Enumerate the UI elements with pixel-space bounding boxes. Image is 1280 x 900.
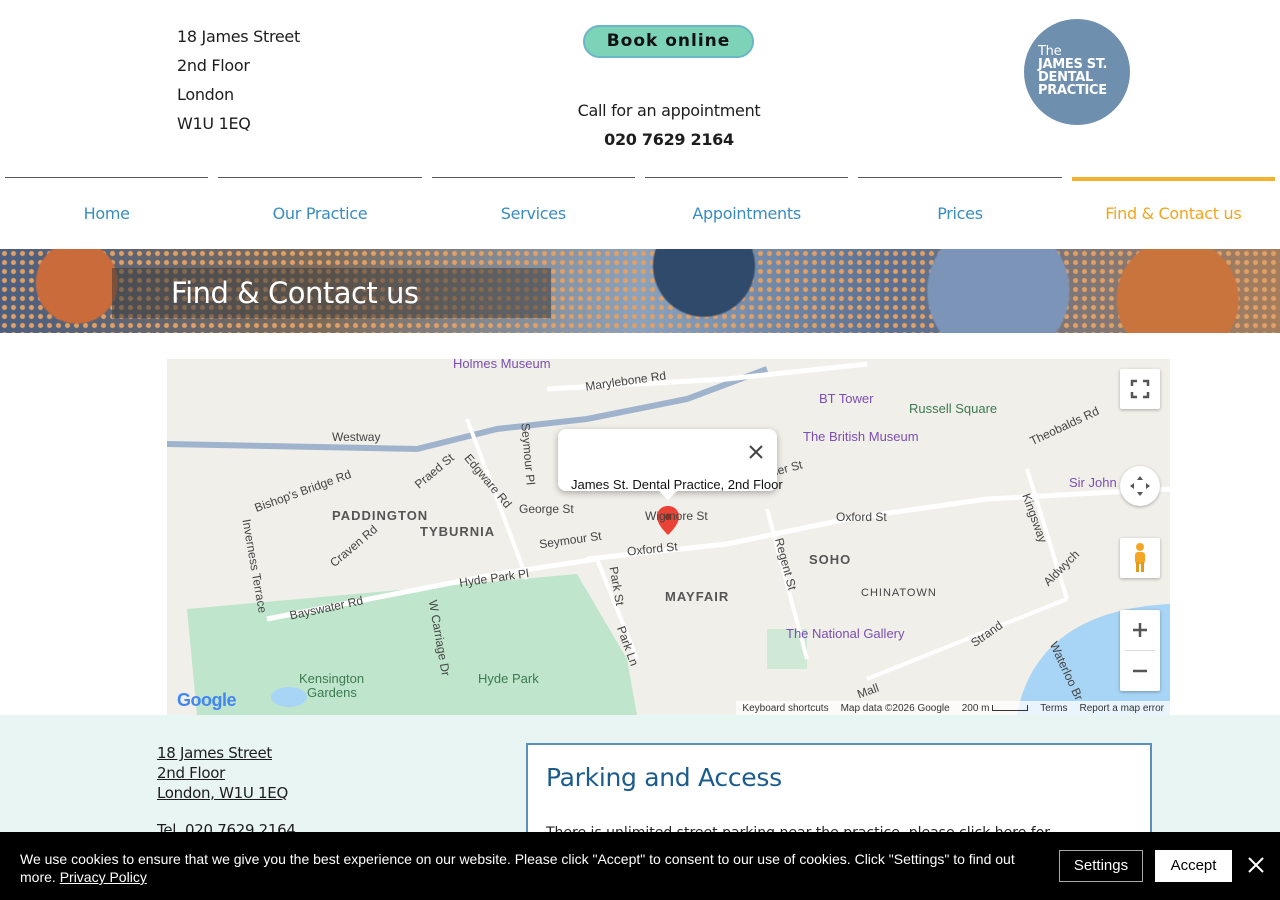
map-label: Sir John	[1069, 475, 1117, 490]
main-nav: Home Our Practice Services Appointments …	[5, 177, 1275, 237]
map-label: SOHO	[809, 552, 852, 567]
nav-item-prices[interactable]: Prices	[858, 177, 1062, 237]
map-label: MAYFAIR	[665, 589, 730, 604]
close-icon[interactable]	[1246, 855, 1266, 875]
cookie-text: We use cookies to ensure that we give yo…	[20, 851, 1015, 885]
nav-item-appointments[interactable]: Appointments	[644, 177, 849, 237]
scale-bar	[992, 704, 1029, 711]
header-address: 18 James Street 2nd Floor London W1U 1EQ	[177, 22, 300, 138]
parking-title: Parking and Access	[546, 763, 782, 792]
map-label: Holmes Museum	[453, 359, 551, 371]
map-label: Westway	[332, 430, 381, 444]
practice-logo[interactable]: The JAMES ST. DENTAL PRACTICE	[1024, 19, 1130, 125]
zoom-out-button[interactable]	[1131, 651, 1149, 691]
google-logo-text: Google	[177, 690, 237, 710]
map-label: PADDINGTON	[332, 508, 429, 523]
address-link[interactable]: London, W1U 1EQ	[157, 783, 288, 803]
google-map[interactable]: PADDINGTON TYBURNIA MAYFAIR SOHO CHINATO…	[167, 359, 1170, 715]
map-label: Kensington	[299, 671, 365, 686]
zoom-controls	[1120, 610, 1160, 691]
cookie-banner: We use cookies to ensure that we give yo…	[0, 832, 1280, 900]
nav-item-services[interactable]: Services	[431, 177, 635, 237]
close-icon[interactable]	[745, 441, 767, 463]
book-online-button[interactable]: Book online	[583, 25, 754, 58]
cookie-message: We use cookies to ensure that we give yo…	[20, 850, 1030, 886]
map-label: TYBURNIA	[420, 524, 496, 539]
map-data-text: Map data ©2026 Google	[840, 702, 950, 714]
address-line: 18 James Street	[177, 27, 300, 46]
camera-control-button[interactable]	[1120, 466, 1160, 506]
phone-number[interactable]: 020 7629 2164	[520, 130, 818, 149]
cookie-settings-button[interactable]: Settings	[1059, 850, 1143, 882]
map-label: BT Tower	[819, 391, 874, 406]
contact-address: 18 James Street 2nd Floor London, W1U 1E…	[157, 743, 288, 803]
map-label: Wigmore St	[645, 509, 708, 523]
pegman-icon	[1135, 543, 1145, 572]
logo-line: PRACTICE	[1038, 83, 1107, 98]
plus-icon	[1133, 623, 1147, 637]
map-label: Gardens	[307, 685, 357, 700]
map-label: The British Museum	[803, 429, 919, 444]
fullscreen-button[interactable]	[1120, 369, 1160, 409]
map-label: Hyde Park	[478, 671, 539, 686]
page-title: Find & Contact us	[171, 276, 419, 310]
map-label: Oxford St	[836, 510, 887, 524]
map-label: George St	[519, 502, 574, 516]
lake	[271, 687, 307, 707]
move-arrows-icon	[1130, 476, 1150, 496]
map-scale-text: 200 m	[961, 702, 990, 714]
map-scale[interactable]: 200 m	[962, 703, 1029, 714]
nav-item-home[interactable]: Home	[5, 177, 209, 237]
street-view-button[interactable]	[1120, 538, 1160, 578]
address-line: 2nd Floor	[177, 56, 250, 75]
map-label: Russell Square	[909, 401, 998, 416]
map-label: The National Gallery	[786, 626, 905, 641]
map-base	[167, 361, 1170, 715]
fullscreen-icon	[1130, 379, 1150, 399]
terms-link[interactable]: Terms	[1040, 703, 1067, 714]
address-link[interactable]: 2nd Floor	[157, 763, 288, 783]
report-map-error-link[interactable]: Report a map error	[1080, 703, 1164, 714]
nav-item-our-practice[interactable]: Our Practice	[218, 177, 422, 237]
popup-tail	[659, 491, 677, 500]
map-footer: Keyboard shortcuts Map data ©2026 Google…	[736, 701, 1170, 715]
zoom-in-button[interactable]	[1125, 611, 1155, 651]
google-logo[interactable]: Google	[177, 690, 237, 711]
minus-icon	[1133, 669, 1147, 672]
map-popup-text: James St. Dental Practice, 2nd Floor	[571, 477, 783, 492]
privacy-policy-link[interactable]: Privacy Policy	[60, 869, 147, 885]
keyboard-shortcuts-link[interactable]: Keyboard shortcuts	[742, 703, 828, 714]
call-label: Call for an appointment	[577, 101, 761, 120]
address-link[interactable]: 18 James Street	[157, 743, 288, 763]
nav-item-find-contact[interactable]: Find & Contact us	[1071, 177, 1275, 237]
cookie-accept-button[interactable]: Accept	[1155, 850, 1232, 882]
address-line: London	[177, 85, 234, 104]
map-label: CHINATOWN	[861, 587, 937, 599]
address-line: W1U 1EQ	[177, 114, 251, 133]
